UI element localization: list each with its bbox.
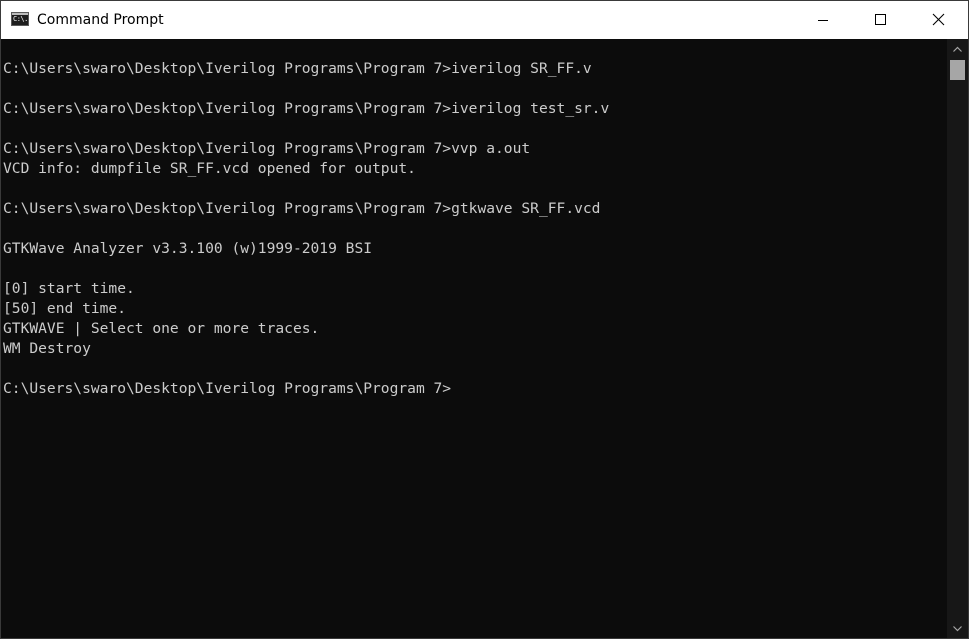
console-line: [50] end time. <box>3 300 127 317</box>
chevron-down-icon <box>953 626 962 632</box>
console-line: GTKWave Analyzer v3.3.100 (w)1999-2019 B… <box>3 240 373 257</box>
maximize-icon <box>875 14 886 25</box>
close-icon <box>932 13 945 26</box>
scroll-up-button[interactable] <box>947 41 968 58</box>
command-prompt-window: C:\. Command Prompt C:\Users\swaro\Deskt… <box>0 0 969 639</box>
window-title: Command Prompt <box>37 12 164 28</box>
scroll-down-button[interactable] <box>947 620 968 637</box>
minimize-icon <box>818 20 828 21</box>
command-prompt-icon[interactable]: C:\. <box>11 12 29 26</box>
chevron-up-icon <box>953 46 962 52</box>
console-line: C:\Users\swaro\Desktop\Iverilog Programs… <box>3 140 531 157</box>
console-output[interactable]: C:\Users\swaro\Desktop\Iverilog Programs… <box>1 39 946 638</box>
console-line: C:\Users\swaro\Desktop\Iverilog Programs… <box>3 60 592 77</box>
console-line: VCD info: dumpfile SR_FF.vcd opened for … <box>3 160 416 177</box>
command-prompt-icon-text: C:\. <box>13 15 28 23</box>
console-line: C:\Users\swaro\Desktop\Iverilog Programs… <box>3 200 601 217</box>
console-line: C:\Users\swaro\Desktop\Iverilog Programs… <box>3 100 610 117</box>
minimize-button[interactable] <box>794 1 852 39</box>
console-line: C:\Users\swaro\Desktop\Iverilog Programs… <box>3 380 452 397</box>
maximize-button[interactable] <box>852 1 910 39</box>
console-line: WM Destroy <box>3 340 91 357</box>
scrollbar-thumb[interactable] <box>950 60 965 80</box>
title-bar[interactable]: C:\. Command Prompt <box>1 1 968 39</box>
console-line: [0] start time. <box>3 280 135 297</box>
console-line: GTKWAVE | Select one or more traces. <box>3 320 320 337</box>
vertical-scrollbar[interactable] <box>947 39 968 638</box>
close-button[interactable] <box>910 1 968 39</box>
